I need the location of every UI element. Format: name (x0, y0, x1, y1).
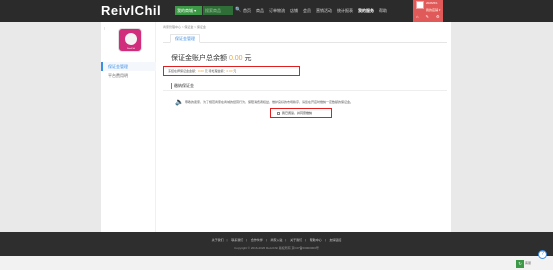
tab-deposit-management[interactable]: 保证金管理 (170, 34, 200, 43)
app-icon: ReivlChil (118, 28, 142, 52)
nav-item-help[interactable]: 帮助 (379, 7, 387, 15)
search-icon[interactable]: 🔍 (234, 6, 243, 15)
sidebar-item-deposit[interactable]: 保证金管理 (101, 62, 156, 71)
nav-item-goods[interactable]: 商品 (256, 7, 264, 15)
nav-item-store[interactable]: 店铺 (290, 7, 298, 15)
footer-link[interactable]: 商家入驻 (270, 238, 282, 242)
store-select-dropdown[interactable]: 我的商城 ▾ (175, 6, 202, 15)
info-suffix: 元 (232, 69, 237, 73)
avatar[interactable] (416, 1, 424, 9)
balance-info-text: 冻结在押保证金金额：0.00 元 待处理金额：0.00 元 (168, 69, 236, 73)
agree-button[interactable]: 我已阅读，并同意缴纳 (270, 108, 332, 118)
bottom-status-bar (0, 256, 553, 270)
footer-link[interactable]: 友情链接 (329, 238, 341, 242)
user-store-link[interactable]: 我的店铺 ▾ (426, 8, 440, 12)
sidebar-item-platform-fees[interactable]: 平台费用明 (101, 71, 156, 80)
divider (163, 90, 447, 91)
nav-item-orders[interactable]: 订单物流 (269, 7, 285, 15)
sidebar-marker: ⁝ (104, 26, 106, 31)
footer-link[interactable]: 联系我们 (231, 238, 243, 242)
content-area: 商家管理中心 > 保证金 > 保证金 保证金管理 保证金账户总余额 0.00 元… (163, 22, 447, 232)
support-label[interactable]: 客服 (525, 261, 531, 265)
footer-link[interactable]: 关于我们 (212, 238, 224, 242)
balance-heading: 保证金账户总余额 0.00 元 (171, 53, 252, 63)
user-name: 2026/6/1 (426, 1, 438, 5)
footer-link[interactable]: 关于我们 (290, 238, 302, 242)
nav-item-services[interactable]: 我的服务 (358, 7, 374, 15)
app-icon-circle (125, 33, 137, 45)
balance-unit: 元 (244, 55, 252, 62)
tab-bar: 保证金管理 (163, 34, 447, 43)
balance-info-box: 冻结在押保证金金额：0.00 元 待处理金额：0.00 元 (163, 66, 300, 76)
footer-link[interactable]: 帮助中心 (310, 238, 322, 242)
sidebar-menu: 保证金管理 平台费用明 (101, 62, 156, 80)
info-mid: 元 待处理金额： (203, 69, 227, 73)
footer: 关于我们 | 联系我们 | 合作伙伴 | 商家入驻 | 关于我们 | 帮助中心 | 友情链接… (0, 232, 553, 256)
site-logo[interactable]: ReivlChil (101, 3, 161, 18)
nav-item-members[interactable]: 会员 (303, 7, 311, 15)
right-gutter (451, 22, 553, 232)
refresh-icon[interactable]: ↻ (516, 260, 524, 268)
nav-item-stats[interactable]: 统计报表 (337, 7, 353, 15)
section-title-pay-deposit: 缴纳保证金 (171, 83, 194, 89)
user-action-icons[interactable]: ⌂ ✎ ⚙ (416, 14, 443, 19)
sidebar: ⁝ ReivlChil 保证金管理 平台费用明 (101, 22, 156, 232)
breadcrumb: 商家管理中心 > 保证金 > 保证金 (163, 25, 206, 29)
help-icon[interactable]: ? (538, 250, 547, 259)
nav-item-home[interactable]: 首页 (243, 7, 251, 15)
speaker-icon: 🔈 (175, 99, 184, 106)
app-icon-label: ReivlChil (127, 48, 135, 50)
nav-item-marketing[interactable]: 营销活动 (316, 7, 332, 15)
main-nav: 首页 商品 订单物流 店铺 会员 营销活动 统计报表 我的服务 帮助 (243, 7, 387, 15)
main-container: ⁝ ReivlChil 保证金管理 平台费用明 商家管理中心 > 保证金 > 保… (101, 22, 451, 232)
search-input[interactable]: 搜索商品 (203, 6, 233, 15)
footer-link[interactable]: 合作伙伴 (251, 238, 263, 242)
info-prefix: 冻结在押保证金金额： (168, 69, 199, 73)
balance-label: 保证金账户总余额 (171, 55, 227, 62)
agree-checkbox[interactable] (277, 112, 280, 115)
deposit-notice: 尊敬的卖家，为了规范商家在商城的经营行为，保障消费者权益，维护良好的市场秩序，请… (185, 100, 354, 104)
agree-label[interactable]: 我已阅读，并同意缴纳 (282, 111, 312, 115)
balance-amount: 0.00 (228, 55, 243, 62)
footer-copyright: Copyright © 2016-2026 ReivlChil 版权所有 京IC… (234, 246, 319, 250)
footer-links: 关于我们 | 联系我们 | 合作伙伴 | 商家入驻 | 关于我们 | 帮助中心 | 友情链接 (211, 238, 342, 242)
top-navigation-bar: ReivlChil 我的商城 ▾ 搜索商品 🔍 首页 商品 订单物流 店铺 会员… (0, 0, 553, 22)
